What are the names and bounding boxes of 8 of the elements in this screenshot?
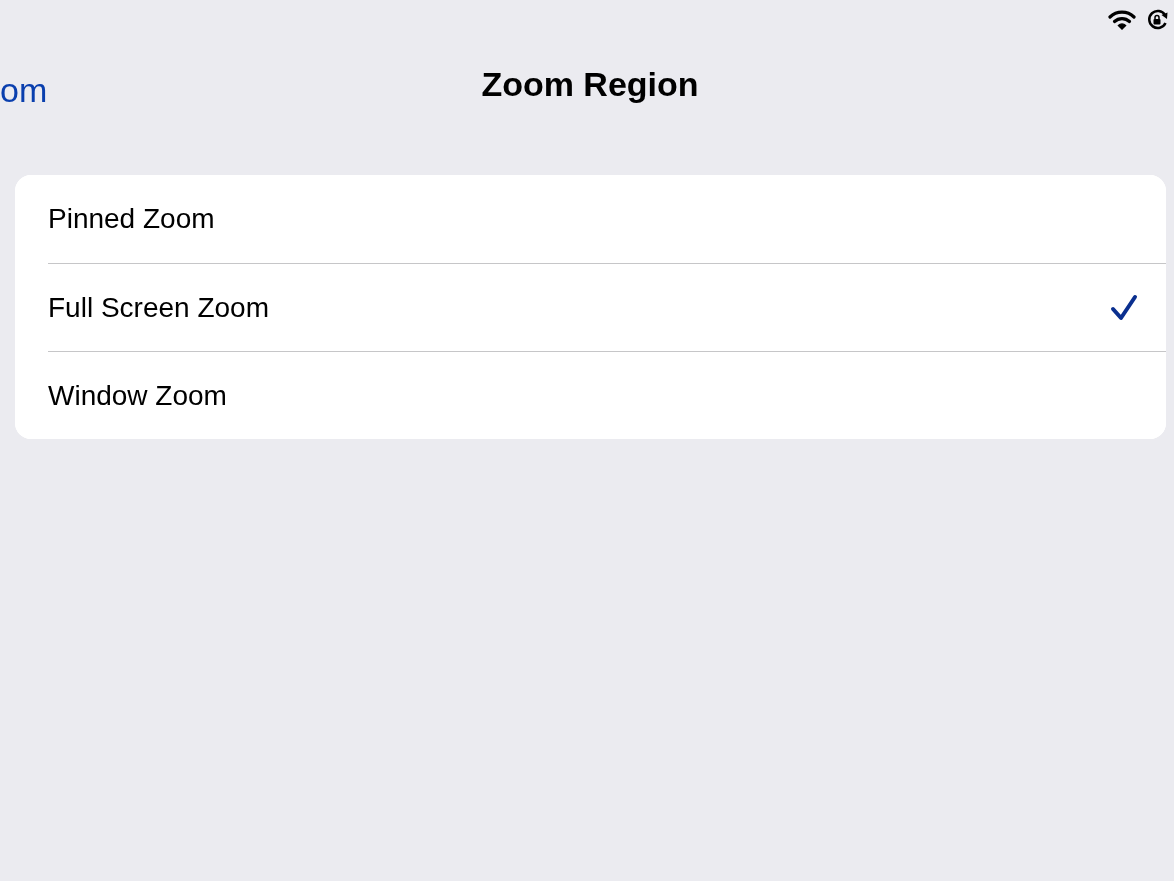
rotation-lock-icon: [1146, 9, 1170, 31]
option-label: Full Screen Zoom: [48, 290, 270, 325]
wifi-icon: [1108, 9, 1136, 31]
option-label: Pinned Zoom: [48, 202, 216, 236]
back-button[interactable]: om: [0, 71, 48, 109]
page-title: Zoom Region: [481, 64, 699, 104]
option-label: Window Zoom: [48, 378, 228, 413]
option-row[interactable]: Window Zoom: [15, 351, 1166, 439]
